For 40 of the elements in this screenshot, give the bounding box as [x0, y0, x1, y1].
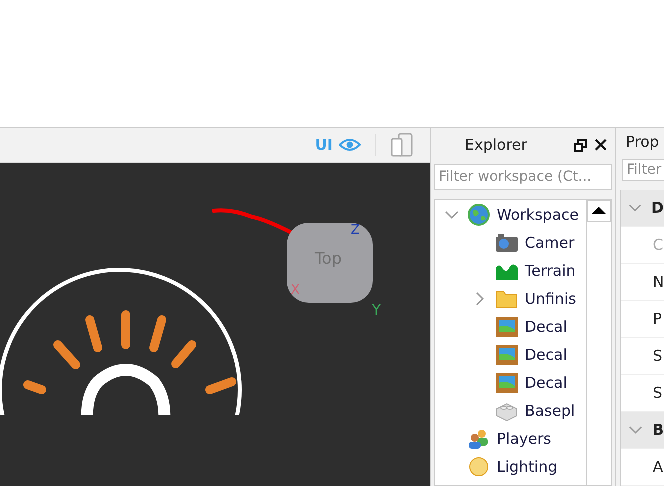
tree-item[interactable]: Decal	[525, 318, 568, 336]
device-icon[interactable]	[390, 133, 414, 157]
property-name: P	[652, 310, 662, 328]
tree-item[interactable]: Decal	[525, 374, 568, 392]
tree-item[interactable]: Lighting	[497, 458, 558, 476]
filter-field[interactable]: Filter workspace (Ct...	[434, 164, 612, 190]
decal-icon	[495, 372, 519, 394]
chevron-icon[interactable]	[629, 425, 643, 435]
scroll-up-icon[interactable]	[587, 200, 611, 222]
panel-title: Prop	[626, 133, 660, 152]
axis-label: Y	[372, 301, 382, 319]
property-name: C	[652, 236, 664, 254]
property-name: N	[652, 273, 664, 291]
section-title[interactable]: B	[652, 421, 664, 439]
tree-item[interactable]: Decal	[525, 346, 568, 364]
players-icon	[467, 428, 491, 450]
eye-icon[interactable]	[339, 138, 361, 152]
undock-icon[interactable]	[574, 138, 587, 152]
lighting-icon	[467, 456, 491, 478]
chevron-icon[interactable]	[629, 203, 642, 213]
tree-item[interactable]: Terrain	[525, 262, 576, 280]
tree-item[interactable]: Basepl	[525, 402, 576, 420]
panel-title: Explorer	[465, 136, 528, 154]
axis-label: X	[291, 283, 300, 298]
globe-icon	[467, 204, 491, 226]
tree-item[interactable]: Camer	[525, 234, 575, 252]
axis-label: Z	[351, 223, 360, 238]
tree-item[interactable]: Workspace	[497, 206, 579, 224]
camera-icon	[495, 232, 519, 254]
filter-field[interactable]: Filter	[622, 158, 664, 181]
chevron-icon[interactable]	[443, 210, 461, 220]
close-icon[interactable]	[595, 139, 607, 151]
property-name: A	[652, 458, 664, 476]
tree-item[interactable]: Unfinis	[525, 290, 576, 308]
property-name: S	[652, 347, 663, 365]
property-name: S	[652, 384, 663, 402]
decal-icon	[495, 316, 519, 338]
tree-item[interactable]: Players	[497, 430, 552, 448]
section-title[interactable]: D	[652, 199, 664, 217]
decal-icon	[495, 344, 519, 366]
